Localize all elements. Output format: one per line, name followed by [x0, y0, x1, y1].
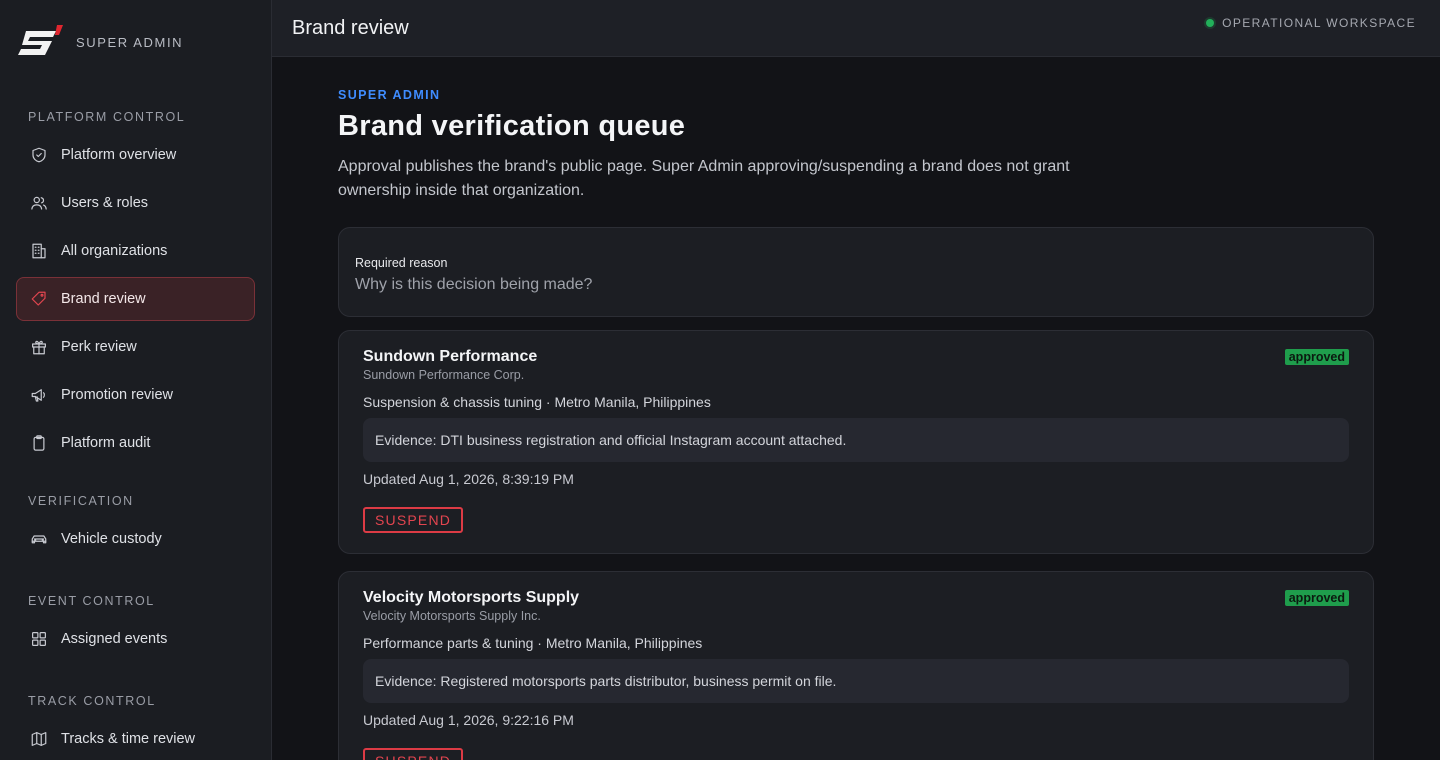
section-label-verification: VERIFICATION [28, 494, 134, 508]
tag-icon [29, 289, 49, 309]
grid-icon [29, 629, 49, 649]
brand-card: Velocity Motorsports Supply approved Vel… [338, 571, 1374, 760]
megaphone-icon [29, 385, 49, 405]
sidebar-item-platform-audit[interactable]: Platform audit [16, 421, 255, 465]
status-badge: approved [1284, 590, 1349, 606]
brand-evidence: Evidence: DTI business registration and … [363, 418, 1349, 462]
sidebar-item-tracks-time-review[interactable]: Tracks & time review [16, 717, 255, 760]
suspend-button[interactable]: SUSPEND [363, 748, 464, 760]
clipboard-icon [29, 433, 49, 453]
building-icon [29, 241, 49, 261]
sidebar-item-users-roles[interactable]: Users & roles [16, 181, 255, 225]
section-label-track-control: TRACK CONTROL [28, 694, 156, 708]
topbar: Brand review OPERATIONAL WORKSPACE [272, 0, 1440, 57]
page-description: Approval publishes the brand's public pa… [338, 158, 1070, 199]
status-label: OPERATIONAL WORKSPACE [1222, 16, 1416, 30]
sidebar-item-label: Assigned events [61, 631, 168, 647]
sidebar-item-label: Users & roles [61, 195, 149, 211]
car-icon [29, 529, 49, 549]
users-icon [29, 193, 49, 213]
sidebar-item-brand-review[interactable]: Brand review [16, 277, 255, 321]
page-title: Brand verification queue [338, 110, 686, 142]
reason-input[interactable] [355, 276, 1357, 294]
brand-card: Sundown Performance approved Sundown Per… [338, 330, 1374, 554]
sidebar: SUPER ADMIN PLATFORM CONTROL Platform ov… [0, 0, 272, 760]
shield-check-icon [29, 145, 49, 165]
sidebar-item-label: Platform audit [61, 435, 151, 451]
brand-meta: Performance parts & tuning · Metro Manil… [363, 635, 703, 651]
sidebar-item-vehicle-custody[interactable]: Vehicle custody [16, 517, 255, 561]
brand-legal-name: Sundown Performance Corp. [363, 368, 525, 382]
page-content: SUPER ADMIN Brand verification queue App… [272, 57, 1440, 760]
sidebar-item-label: Promotion review [61, 387, 174, 403]
sidebar-item-label: All organizations [61, 243, 168, 259]
sidebar-item-platform-overview[interactable]: Platform overview [16, 133, 255, 177]
page-eyebrow: SUPER ADMIN [338, 88, 441, 102]
sidebar-item-promotion-review[interactable]: Promotion review [16, 373, 255, 417]
logo-icon[interactable] [16, 23, 64, 61]
sidebar-item-label: Platform overview [61, 147, 177, 163]
brand-updated: Updated Aug 1, 2026, 8:39:19 PM [363, 471, 574, 487]
brand-legal-name: Velocity Motorsports Supply Inc. [363, 609, 541, 623]
sidebar-item-perk-review[interactable]: Perk review [16, 325, 255, 369]
brand-evidence: Evidence: Registered motorsports parts d… [363, 659, 1349, 703]
sidebar-item-assigned-events[interactable]: Assigned events [16, 617, 255, 661]
sidebar-item-all-organizations[interactable]: All organizations [16, 229, 255, 273]
main-content: Brand review OPERATIONAL WORKSPACE SUPER… [272, 0, 1440, 760]
workspace-status: OPERATIONAL WORKSPACE [1206, 16, 1416, 30]
reason-card: Required reason [338, 227, 1374, 317]
app-root: SUPER ADMIN PLATFORM CONTROL Platform ov… [0, 0, 1440, 760]
brand-name: Sundown Performance [363, 348, 538, 365]
sidebar-item-label: Brand review [61, 291, 146, 307]
sidebar-item-label: Tracks & time review [61, 731, 196, 747]
sidebar-item-label: Perk review [61, 339, 137, 355]
brand-meta: Suspension & chassis tuning · Metro Mani… [363, 394, 711, 410]
reason-label: Required reason [355, 256, 448, 270]
suspend-button[interactable]: SUSPEND [363, 507, 464, 533]
brand-label: SUPER ADMIN [76, 34, 184, 50]
section-label-platform-control: PLATFORM CONTROL [28, 110, 186, 124]
sidebar-item-label: Vehicle custody [61, 531, 162, 547]
brand-header: SUPER ADMIN [0, 0, 271, 84]
status-badge: approved [1284, 349, 1349, 365]
gift-icon [29, 337, 49, 357]
map-icon [29, 729, 49, 749]
section-label-event-control: EVENT CONTROL [28, 594, 155, 608]
topbar-title: Brand review [292, 16, 409, 39]
brand-name: Velocity Motorsports Supply [363, 589, 580, 606]
status-dot-icon [1206, 19, 1215, 27]
brand-updated: Updated Aug 1, 2026, 9:22:16 PM [363, 712, 574, 728]
